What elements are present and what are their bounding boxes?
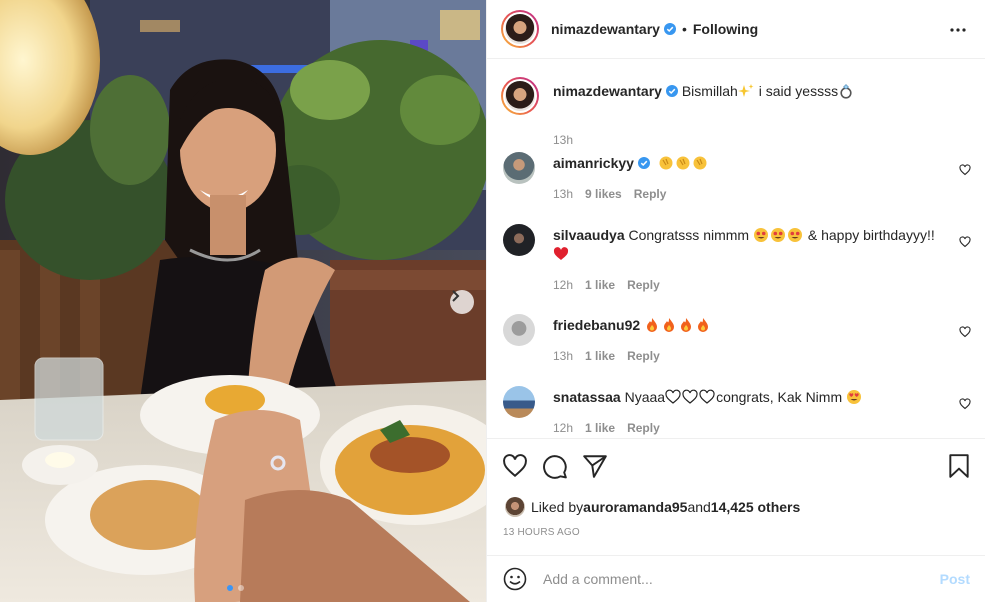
- caption-text-2: i said yessss: [754, 83, 839, 99]
- comment-input[interactable]: [543, 571, 923, 587]
- sparkles-emoji-icon: [737, 84, 754, 97]
- comment-item: aimanrickyy 13h 9 likes Reply: [501, 152, 971, 212]
- ring-emoji-icon: [840, 84, 852, 99]
- post-comment-button[interactable]: Post: [940, 571, 970, 587]
- white-heart-emoji-icon: [665, 389, 716, 405]
- caption: nimazdewantary Bismillah i said yessss 1…: [501, 77, 971, 147]
- comment-likes[interactable]: 1 like: [585, 421, 615, 435]
- post-side-panel: nimazdewantary • Following nimazdewantar…: [486, 0, 985, 602]
- paper-plane-icon[interactable]: [582, 453, 608, 479]
- comment-text: Nyaaa: [624, 389, 666, 405]
- comment-text-2: & happy birthdayyy!!: [807, 227, 935, 243]
- comment-username[interactable]: aimanrickyy: [553, 155, 634, 171]
- star-struck-emoji-icon: [753, 227, 804, 243]
- chevron-right-icon: [452, 290, 460, 302]
- reply-button[interactable]: Reply: [627, 278, 660, 292]
- carousel-next-button[interactable]: [450, 290, 474, 314]
- reply-button[interactable]: Reply: [634, 187, 667, 201]
- bookmark-icon[interactable]: [946, 453, 972, 479]
- heart-eyes-emoji-icon: [846, 389, 863, 405]
- comment-username[interactable]: snatassaa: [553, 389, 621, 405]
- comment-like-heart-icon[interactable]: [959, 164, 971, 176]
- caption-time: 13h: [553, 133, 574, 147]
- clapping-hands-emoji-icon: [658, 155, 709, 171]
- commenter-avatar[interactable]: [503, 224, 535, 256]
- likes-others[interactable]: 14,425 others: [711, 499, 801, 515]
- heart-icon[interactable]: [502, 453, 528, 479]
- caption-text: Bismillah: [681, 83, 738, 99]
- liker-username[interactable]: auroramanda95: [583, 499, 687, 515]
- red-heart-emoji-icon: [553, 246, 570, 262]
- commenter-avatar[interactable]: [503, 152, 535, 184]
- author-avatar[interactable]: [501, 10, 539, 48]
- comment-time: 12h: [553, 421, 574, 435]
- smiley-icon[interactable]: [503, 567, 527, 591]
- header-bullet: •: [681, 21, 687, 37]
- caption-author-avatar[interactable]: [501, 77, 539, 115]
- caption-username[interactable]: nimazdewantary: [553, 83, 662, 99]
- comment-username[interactable]: friedebanu92: [553, 317, 640, 333]
- comment-like-heart-icon[interactable]: [959, 326, 971, 338]
- verified-badge-icon: [665, 85, 678, 97]
- likes-middle: and: [687, 499, 711, 515]
- comment-time: 13h: [553, 187, 574, 201]
- comment-time: 13h: [553, 349, 574, 363]
- comment-text: Congratsss nimmm: [628, 227, 750, 243]
- comment-likes[interactable]: 1 like: [585, 349, 615, 363]
- add-comment-bar: Post: [487, 555, 985, 602]
- carousel-dot-active: [227, 585, 233, 591]
- post-header: nimazdewantary • Following: [487, 0, 985, 59]
- reply-button[interactable]: Reply: [627, 349, 660, 363]
- comment-item: snatassaa Nyaaa congrats, Kak Nimm 12h 1 …: [501, 386, 971, 438]
- liker-avatar[interactable]: [505, 497, 525, 517]
- comment-item: silvaaudya Congratsss nimmm & happy birt…: [501, 224, 971, 304]
- post-timestamp[interactable]: 13 HOURS AGO: [503, 527, 580, 538]
- comment-time: 12h: [553, 278, 574, 292]
- following-button[interactable]: Following: [693, 21, 758, 37]
- comment-bubble-icon[interactable]: [542, 453, 568, 479]
- reply-button[interactable]: Reply: [627, 421, 660, 435]
- author-username[interactable]: nimazdewantary: [551, 21, 660, 37]
- comment-likes[interactable]: 9 likes: [585, 187, 622, 201]
- verified-badge-icon: [663, 23, 676, 35]
- comment-like-heart-icon[interactable]: [959, 236, 971, 248]
- commenter-avatar[interactable]: [503, 314, 535, 346]
- comment-item: friedebanu92 13h 1 like Reply: [501, 314, 971, 374]
- comment-likes[interactable]: 1 like: [585, 278, 615, 292]
- post-photo[interactable]: [0, 0, 486, 602]
- comments-list[interactable]: nimazdewantary Bismillah i said yessss 1…: [487, 60, 985, 438]
- comment-text-2: congrats, Kak Nimm: [716, 389, 843, 405]
- likes-summary[interactable]: Liked by auroramanda95 and 14,425 others: [505, 497, 800, 517]
- more-dots-icon: [950, 28, 966, 32]
- verified-badge-icon: [637, 157, 650, 169]
- carousel-indicator: [227, 585, 244, 591]
- fire-emoji-icon: [644, 317, 712, 333]
- carousel-dot: [238, 585, 244, 591]
- post-actions: Liked by auroramanda95 and 14,425 others…: [487, 438, 985, 555]
- photo-illustration: [0, 0, 486, 602]
- more-options-button[interactable]: [946, 18, 970, 42]
- comment-like-heart-icon[interactable]: [959, 398, 971, 410]
- likes-prefix: Liked by: [531, 499, 584, 515]
- comment-username[interactable]: silvaaudya: [553, 227, 625, 243]
- commenter-avatar[interactable]: [503, 386, 535, 418]
